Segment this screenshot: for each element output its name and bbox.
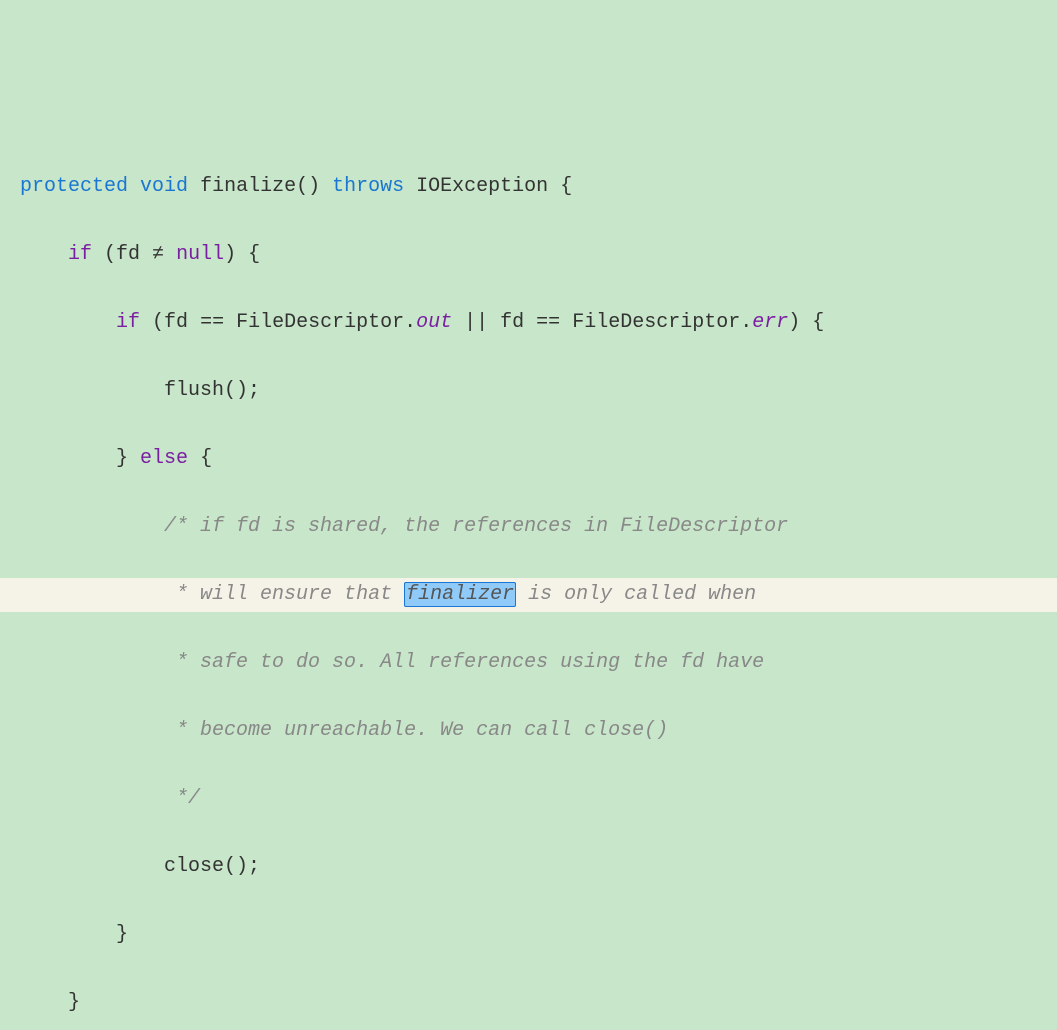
comment-text: is only called when: [516, 583, 756, 606]
type-ioexception: IOException: [416, 175, 548, 198]
dot: .: [740, 311, 752, 334]
op-neq: ≠: [140, 243, 176, 266]
var-fd: fd: [164, 311, 188, 334]
type-filedescriptor: FileDescriptor: [236, 311, 404, 334]
code-line[interactable]: * become unreachable. We can call close(…: [0, 714, 1057, 748]
field-out: out: [416, 311, 452, 334]
comment-text: * become unreachable. We can call close(…: [164, 719, 668, 742]
code-line[interactable]: if (fd == FileDescriptor.out || fd == Fi…: [0, 306, 1057, 340]
parens: (): [296, 175, 320, 198]
selected-text[interactable]: finalizer: [404, 582, 516, 607]
paren-close-brace: ) {: [224, 243, 260, 266]
keyword-else: else: [140, 447, 188, 470]
keyword-throws: throws: [332, 175, 404, 198]
comment-text: /* if fd is shared, the references in Fi…: [164, 515, 788, 538]
code-line[interactable]: protected void finalize() throws IOExcep…: [0, 170, 1057, 204]
code-line[interactable]: }: [0, 918, 1057, 952]
keyword-void: void: [140, 175, 188, 198]
code-editor[interactable]: protected void finalize() throws IOExcep…: [0, 136, 1057, 1030]
call-close: close();: [164, 855, 260, 878]
code-line[interactable]: } else {: [0, 442, 1057, 476]
brace-close: }: [116, 447, 128, 470]
paren-open: (: [140, 311, 164, 334]
paren-close-brace: ) {: [788, 311, 824, 334]
brace: {: [548, 175, 572, 198]
paren-open: (: [92, 243, 116, 266]
dot: .: [404, 311, 416, 334]
keyword-if: if: [116, 311, 140, 334]
code-line[interactable]: */: [0, 782, 1057, 816]
var-fd: fd: [116, 243, 140, 266]
code-line[interactable]: }: [0, 986, 1057, 1020]
call-flush: flush();: [164, 379, 260, 402]
keyword-null: null: [176, 243, 224, 266]
code-line[interactable]: /* if fd is shared, the references in Fi…: [0, 510, 1057, 544]
type-filedescriptor: FileDescriptor: [572, 311, 740, 334]
brace-close: }: [116, 923, 128, 946]
op-or: ||: [452, 311, 500, 334]
brace-close: }: [68, 991, 80, 1014]
keyword-if: if: [68, 243, 92, 266]
op-eq: ==: [188, 311, 236, 334]
var-fd: fd: [500, 311, 524, 334]
brace-open: {: [188, 447, 212, 470]
code-line[interactable]: flush();: [0, 374, 1057, 408]
code-line-highlighted[interactable]: * will ensure that finalizer is only cal…: [0, 578, 1057, 612]
op-eq: ==: [524, 311, 572, 334]
field-err: err: [752, 311, 788, 334]
code-line[interactable]: close();: [0, 850, 1057, 884]
comment-text: */: [164, 787, 200, 810]
comment-text: * safe to do so. All references using th…: [164, 651, 764, 674]
code-line[interactable]: if (fd ≠ null) {: [0, 238, 1057, 272]
comment-text: * will ensure that: [164, 583, 404, 606]
keyword-protected: protected: [20, 175, 128, 198]
method-name: finalize: [200, 175, 296, 198]
code-line[interactable]: * safe to do so. All references using th…: [0, 646, 1057, 680]
